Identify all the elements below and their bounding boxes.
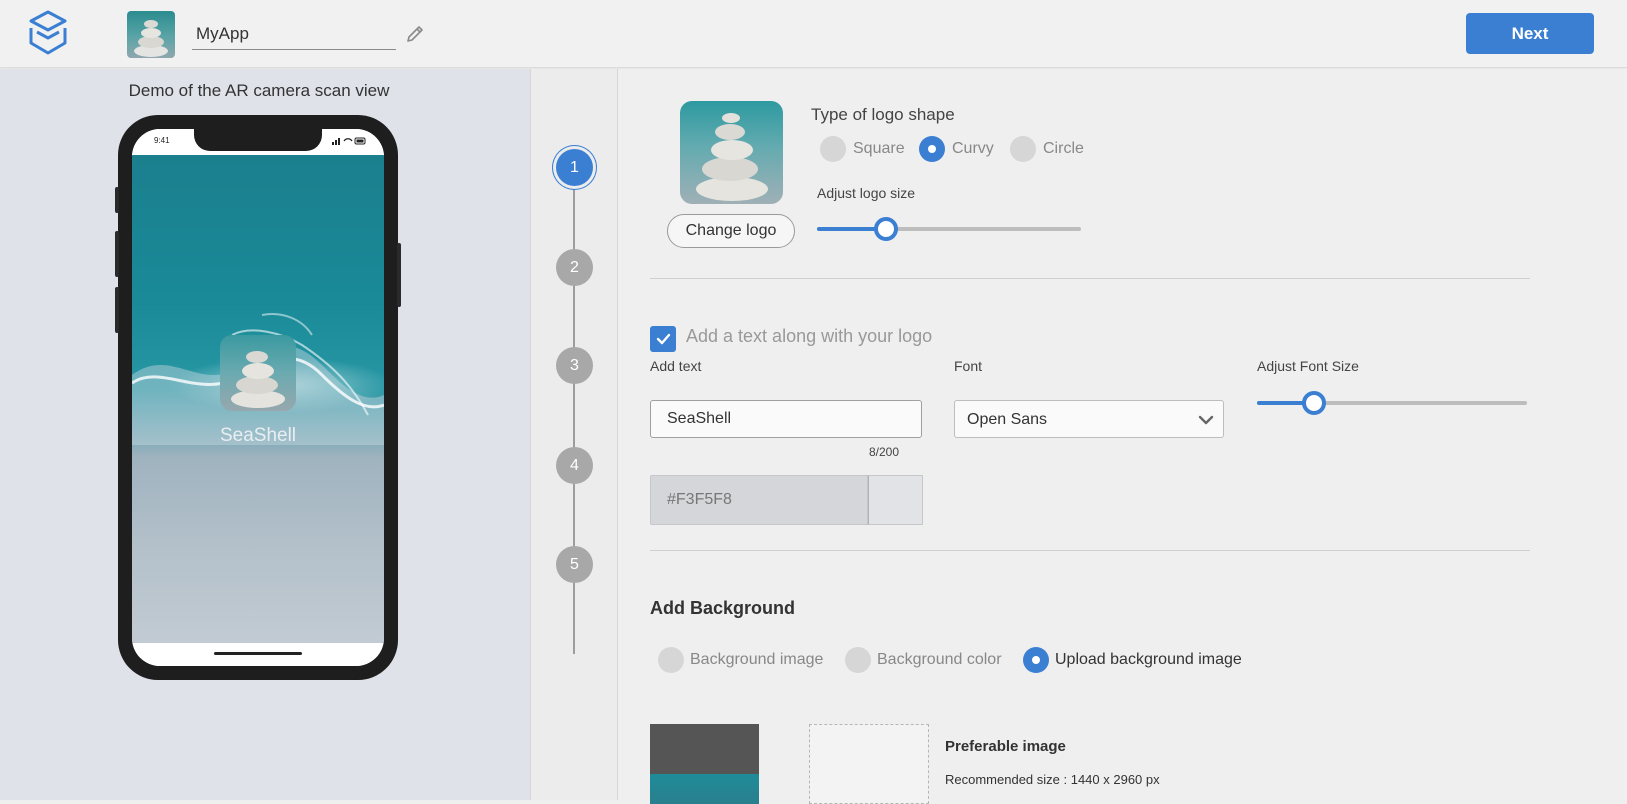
background-image-thumbnail[interactable] bbox=[650, 724, 759, 804]
step-1[interactable]: 1 bbox=[556, 149, 593, 186]
logo-preview-image bbox=[680, 101, 783, 204]
next-button[interactable]: Next bbox=[1466, 13, 1594, 54]
app-name-input[interactable] bbox=[192, 20, 396, 48]
bg-radio-color[interactable] bbox=[845, 647, 871, 673]
phone-home-area bbox=[132, 643, 384, 666]
home-indicator bbox=[214, 652, 302, 655]
background-section-title: Add Background bbox=[650, 598, 796, 618]
add-text-checkbox[interactable] bbox=[650, 326, 676, 352]
add-text-label: Add text bbox=[650, 358, 702, 374]
step-navigator: 1 2 3 4 5 bbox=[530, 69, 618, 800]
phone-side-button bbox=[115, 231, 119, 277]
step-4[interactable]: 4 bbox=[556, 447, 593, 484]
shape-radio-square[interactable] bbox=[820, 136, 846, 162]
change-logo-button[interactable]: Change logo bbox=[667, 214, 795, 248]
bg-radio-upload[interactable] bbox=[1023, 647, 1049, 673]
recommended-size-text: Recommended size : 1440 x 2960 px bbox=[945, 772, 1160, 787]
preferable-image-title: Preferable image bbox=[945, 738, 1066, 755]
add-text-checkbox-label[interactable]: Add a text along with your logo bbox=[686, 326, 932, 347]
phone-side-button bbox=[115, 187, 119, 213]
signal-battery-icon bbox=[332, 137, 366, 145]
phone-screen: 9:41 SeaShell bbox=[132, 129, 384, 666]
bg-label-color: Background color bbox=[877, 651, 1002, 668]
bg-radio-image[interactable] bbox=[658, 647, 684, 673]
shape-radio-circle[interactable] bbox=[1010, 136, 1036, 162]
shape-label-square: Square bbox=[853, 140, 905, 157]
section-divider bbox=[650, 550, 1530, 551]
phone-notch bbox=[194, 129, 322, 151]
logo-size-slider-thumb[interactable] bbox=[874, 217, 898, 241]
top-header: Next bbox=[0, 0, 1627, 68]
app-icon-thumbnail[interactable] bbox=[127, 11, 175, 58]
brand-logo-icon[interactable] bbox=[28, 10, 68, 56]
demo-panel: Demo of the AR camera scan view 9:41 Sea… bbox=[0, 69, 530, 800]
font-select-value: Open Sans bbox=[967, 411, 1048, 428]
status-time: 9:41 bbox=[154, 136, 170, 145]
bg-label-upload: Upload background image bbox=[1055, 651, 1242, 668]
text-char-counter: 8/200 bbox=[869, 445, 900, 459]
text-color-swatch[interactable] bbox=[868, 475, 923, 525]
logo-size-slider[interactable] bbox=[817, 217, 1081, 241]
edit-pencil-icon[interactable] bbox=[404, 23, 426, 45]
logo-shape-title: Type of logo shape bbox=[811, 105, 955, 124]
step-3[interactable]: 3 bbox=[556, 347, 593, 384]
demo-title: Demo of the AR camera scan view bbox=[128, 81, 390, 100]
shape-label-circle: Circle bbox=[1043, 140, 1084, 157]
font-size-label: Adjust Font Size bbox=[1257, 358, 1359, 374]
font-label: Font bbox=[954, 358, 983, 374]
section-divider bbox=[650, 278, 1530, 279]
step-2[interactable]: 2 bbox=[556, 249, 593, 286]
step-5[interactable]: 5 bbox=[556, 546, 593, 583]
phone-power-button bbox=[397, 243, 401, 307]
font-size-slider-thumb[interactable] bbox=[1302, 391, 1326, 415]
bg-label-image: Background image bbox=[690, 651, 824, 668]
logo-size-label: Adjust logo size bbox=[817, 185, 916, 201]
phone-mockup: 9:41 SeaShell bbox=[115, 115, 401, 680]
ar-logo-text: SeaShell bbox=[219, 425, 297, 446]
checkmark-icon bbox=[656, 333, 671, 345]
upload-background-dropzone[interactable] bbox=[809, 724, 929, 804]
logo-text-input[interactable] bbox=[650, 400, 922, 438]
font-size-slider[interactable] bbox=[1257, 391, 1527, 415]
shape-label-curvy: Curvy bbox=[952, 140, 994, 157]
editor-main: Change logo Type of logo shape Square Cu… bbox=[619, 69, 1627, 804]
text-color-hex-input[interactable] bbox=[650, 475, 868, 525]
shape-radio-curvy[interactable] bbox=[919, 136, 945, 162]
font-select[interactable]: Open Sans bbox=[954, 400, 1224, 438]
phone-side-button bbox=[115, 287, 119, 333]
chevron-down-icon bbox=[1198, 415, 1214, 425]
ar-logo-preview bbox=[220, 335, 296, 411]
app-name-field-wrap bbox=[192, 20, 396, 50]
